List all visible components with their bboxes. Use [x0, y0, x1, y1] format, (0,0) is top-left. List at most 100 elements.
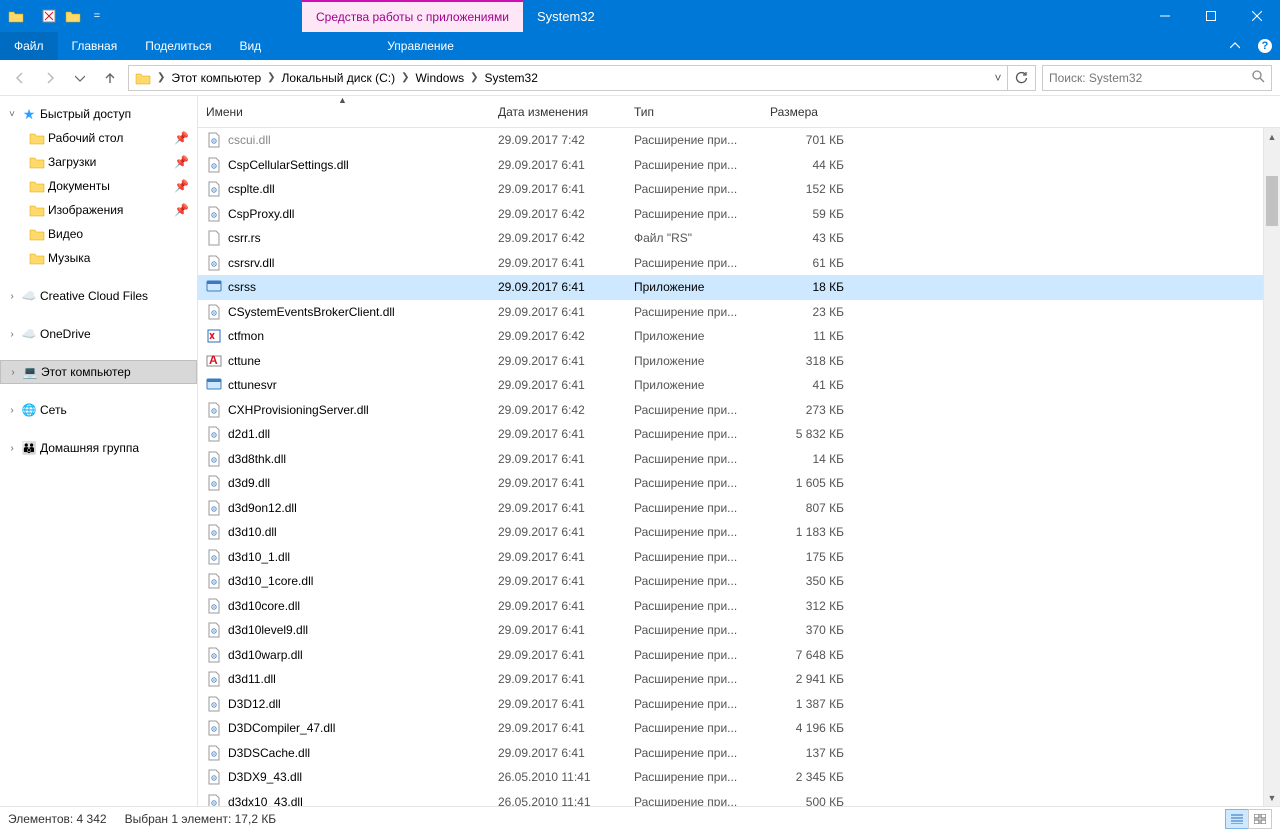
- tree-creative-cloud[interactable]: › ☁️ Creative Cloud Files: [0, 284, 197, 308]
- vertical-scrollbar[interactable]: ▲ ▼: [1263, 128, 1280, 806]
- tree-videos[interactable]: Видео: [0, 222, 197, 246]
- tree-homegroup[interactable]: › 👪 Домашняя группа: [0, 436, 197, 460]
- breadcrumb-system32[interactable]: System32: [481, 71, 542, 85]
- address-box[interactable]: ❯ Этот компьютер ❯ Локальный диск (C:) ❯…: [128, 65, 1036, 91]
- scroll-thumb[interactable]: [1266, 176, 1278, 226]
- file-row[interactable]: CXHProvisioningServer.dll29.09.2017 6:42…: [198, 398, 1280, 423]
- file-row[interactable]: CspProxy.dll29.09.2017 6:42Расширение пр…: [198, 202, 1280, 227]
- search-icon[interactable]: [1251, 69, 1265, 86]
- chevron-right-icon[interactable]: ›: [6, 405, 18, 416]
- breadcrumb-sep[interactable]: ❯: [399, 72, 411, 83]
- file-icon: [206, 720, 222, 736]
- tree-documents[interactable]: Документы 📌: [0, 174, 197, 198]
- help-button[interactable]: ?: [1250, 32, 1280, 60]
- file-row[interactable]: D3DX9_43.dll26.05.2010 11:41Расширение п…: [198, 765, 1280, 790]
- file-row[interactable]: d2d1.dll29.09.2017 6:41Расширение при...…: [198, 422, 1280, 447]
- breadcrumb-this-pc[interactable]: Этот компьютер: [167, 71, 265, 85]
- breadcrumb-sep[interactable]: ❯: [468, 72, 480, 83]
- file-date: 29.09.2017 7:42: [490, 133, 626, 147]
- file-name: csrsrv.dll: [228, 256, 274, 270]
- column-size[interactable]: Размера: [762, 96, 852, 127]
- nav-back-button[interactable]: [8, 66, 32, 90]
- file-row[interactable]: csrr.rs29.09.2017 6:42Файл "RS"43 КБ: [198, 226, 1280, 251]
- chevron-right-icon[interactable]: ›: [6, 291, 18, 302]
- file-row[interactable]: d3d10.dll29.09.2017 6:41Расширение при..…: [198, 520, 1280, 545]
- address-refresh-button[interactable]: [1007, 66, 1033, 90]
- file-row[interactable]: d3d9on12.dll29.09.2017 6:41Расширение пр…: [198, 496, 1280, 521]
- breadcrumb-sep[interactable]: ❯: [265, 72, 277, 83]
- tree-this-pc[interactable]: › 💻 Этот компьютер: [0, 360, 197, 384]
- chevron-down-icon[interactable]: ˅: [6, 109, 18, 120]
- qat-folder-icon[interactable]: [6, 6, 26, 26]
- minimize-button[interactable]: [1142, 0, 1188, 32]
- file-row[interactable]: CspCellularSettings.dll29.09.2017 6:41Ра…: [198, 153, 1280, 178]
- scroll-up-button[interactable]: ▲: [1264, 128, 1280, 145]
- column-type[interactable]: Тип: [626, 96, 762, 127]
- file-row[interactable]: csrss29.09.2017 6:41Приложение18 КБ: [198, 275, 1280, 300]
- file-type: Расширение при...: [626, 599, 762, 613]
- contextual-tab-app-tools[interactable]: Средства работы с приложениями: [302, 0, 523, 32]
- file-row[interactable]: d3dx10_43.dll26.05.2010 11:41Расширение …: [198, 790, 1280, 807]
- file-type: Расширение при...: [626, 182, 762, 196]
- scroll-down-button[interactable]: ▼: [1264, 789, 1280, 806]
- chevron-right-icon[interactable]: ›: [7, 367, 19, 378]
- breadcrumb-windows[interactable]: Windows: [411, 71, 468, 85]
- file-row[interactable]: ctfmon29.09.2017 6:42Приложение11 КБ: [198, 324, 1280, 349]
- nav-recent-button[interactable]: [68, 66, 92, 90]
- file-date: 29.09.2017 6:42: [490, 403, 626, 417]
- file-row[interactable]: d3d10_1core.dll29.09.2017 6:41Расширение…: [198, 569, 1280, 594]
- file-size: 41 КБ: [762, 378, 852, 392]
- close-button[interactable]: [1234, 0, 1280, 32]
- file-row[interactable]: d3d10warp.dll29.09.2017 6:41Расширение п…: [198, 643, 1280, 668]
- search-box[interactable]: Поиск: System32: [1042, 65, 1272, 91]
- nav-forward-button[interactable]: [38, 66, 62, 90]
- qat-new-folder-icon[interactable]: [63, 6, 83, 26]
- qat-properties-icon[interactable]: [39, 6, 59, 26]
- address-dropdown-button[interactable]: ˅: [989, 71, 1007, 85]
- tree-quick-access[interactable]: ˅ ★ Быстрый доступ: [0, 102, 197, 126]
- file-row[interactable]: d3d10core.dll29.09.2017 6:41Расширение п…: [198, 594, 1280, 619]
- view-thumbnails-button[interactable]: [1248, 809, 1272, 829]
- file-row[interactable]: csrsrv.dll29.09.2017 6:41Расширение при.…: [198, 251, 1280, 276]
- ribbon-tab-home[interactable]: Главная: [58, 32, 132, 60]
- file-row[interactable]: csplte.dll29.09.2017 6:41Расширение при.…: [198, 177, 1280, 202]
- file-row[interactable]: D3DCompiler_47.dll29.09.2017 6:41Расшире…: [198, 716, 1280, 741]
- chevron-right-icon[interactable]: ›: [6, 329, 18, 340]
- file-date: 26.05.2010 11:41: [490, 770, 626, 784]
- file-row[interactable]: CSystemEventsBrokerClient.dll29.09.2017 …: [198, 300, 1280, 325]
- status-selection: Выбран 1 элемент: 17,2 КБ: [125, 812, 277, 826]
- file-row[interactable]: D3DSCache.dll29.09.2017 6:41Расширение п…: [198, 741, 1280, 766]
- file-row[interactable]: d3d8thk.dll29.09.2017 6:41Расширение при…: [198, 447, 1280, 472]
- ribbon-tab-share[interactable]: Поделиться: [131, 32, 225, 60]
- ribbon-tab-management[interactable]: Управление: [373, 32, 468, 60]
- tree-network[interactable]: › 🌐 Сеть: [0, 398, 197, 422]
- file-row[interactable]: d3d10level9.dll29.09.2017 6:41Расширение…: [198, 618, 1280, 643]
- tree-onedrive[interactable]: › ☁️ OneDrive: [0, 322, 197, 346]
- tree-downloads[interactable]: Загрузки 📌: [0, 150, 197, 174]
- ribbon-tab-view[interactable]: Вид: [225, 32, 275, 60]
- ribbon-tab-file[interactable]: Файл: [0, 32, 58, 60]
- column-date[interactable]: Дата изменения: [490, 96, 626, 127]
- file-type: Расширение при...: [626, 770, 762, 784]
- file-row[interactable]: d3d9.dll29.09.2017 6:41Расширение при...…: [198, 471, 1280, 496]
- qat-customize-icon[interactable]: =: [87, 6, 107, 26]
- file-row[interactable]: cttunesvr29.09.2017 6:41Приложение41 КБ: [198, 373, 1280, 398]
- file-row[interactable]: d3d10_1.dll29.09.2017 6:41Расширение при…: [198, 545, 1280, 570]
- file-icon: [206, 255, 222, 271]
- tree-pictures[interactable]: Изображения 📌: [0, 198, 197, 222]
- nav-up-button[interactable]: [98, 66, 122, 90]
- chevron-right-icon[interactable]: ›: [6, 443, 18, 454]
- file-row[interactable]: cscui.dll29.09.2017 7:42Расширение при..…: [198, 128, 1280, 153]
- file-row[interactable]: Acttune29.09.2017 6:41Приложение318 КБ: [198, 349, 1280, 374]
- ribbon-collapse-button[interactable]: [1220, 32, 1250, 60]
- breadcrumb-drive-c[interactable]: Локальный диск (C:): [278, 71, 400, 85]
- file-type: Расширение при...: [626, 746, 762, 760]
- tree-desktop[interactable]: Рабочий стол 📌: [0, 126, 197, 150]
- file-row[interactable]: D3D12.dll29.09.2017 6:41Расширение при..…: [198, 692, 1280, 717]
- column-headers: Имени Дата изменения Тип Размера ▲: [198, 96, 1280, 128]
- tree-music[interactable]: Музыка: [0, 246, 197, 270]
- file-row[interactable]: d3d11.dll29.09.2017 6:41Расширение при..…: [198, 667, 1280, 692]
- maximize-button[interactable]: [1188, 0, 1234, 32]
- view-details-button[interactable]: [1225, 809, 1249, 829]
- breadcrumb-sep[interactable]: ❯: [155, 72, 167, 83]
